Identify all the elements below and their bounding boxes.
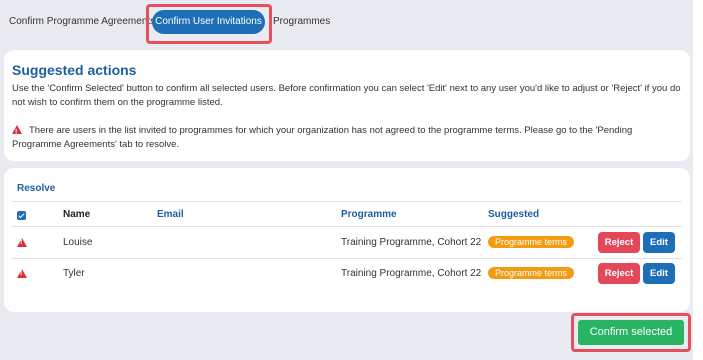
divider	[12, 201, 682, 202]
warning-text: There are users in the list invited to p…	[12, 125, 633, 150]
row-programme: Training Programme, Cohort 22	[341, 268, 482, 279]
tab-confirm-user-invitations[interactable]: Confirm User Invitations	[152, 10, 265, 34]
edit-button[interactable]: Edit	[643, 232, 675, 253]
programme-terms-badge: Programme terms	[488, 236, 575, 248]
row-programme: Training Programme, Cohort 22	[341, 237, 482, 248]
tab-programmes[interactable]: Programmes	[273, 10, 330, 34]
tab-bar: Confirm Programme Agreements Confirm Use…	[0, 8, 693, 38]
table-row: Tyler Training Programme, Cohort 22 Prog…	[4, 259, 690, 289]
warning-message: There are users in the list invited to p…	[12, 124, 682, 152]
select-all-checkbox[interactable]	[17, 211, 26, 220]
warning-icon	[17, 269, 27, 278]
tab-confirm-programme-agreements[interactable]: Confirm Programme Agreements	[9, 10, 155, 34]
programme-terms-badge: Programme terms	[488, 267, 575, 279]
suggested-actions-card: Suggested actions Use the 'Confirm Selec…	[4, 50, 690, 161]
header-email[interactable]: Email	[157, 209, 184, 220]
reject-button[interactable]: Reject	[598, 263, 640, 284]
row-name: Louise	[63, 237, 93, 248]
row-name: Tyler	[63, 268, 85, 279]
header-suggested[interactable]: Suggested	[488, 209, 539, 220]
header-programme[interactable]: Programme	[341, 209, 397, 220]
suggested-actions-description: Use the 'Confirm Selected' button to con…	[12, 83, 681, 108]
warning-icon	[17, 238, 27, 247]
suggested-actions-title: Suggested actions	[12, 62, 137, 78]
confirm-selected-button[interactable]: Confirm selected	[578, 320, 684, 345]
invitations-table-card: Resolve Name Email Programme Suggested L…	[4, 168, 690, 312]
edit-button[interactable]: Edit	[643, 263, 675, 284]
header-name: Name	[63, 209, 91, 220]
divider	[12, 226, 682, 227]
table-row: Louise Training Programme, Cohort 22 Pro…	[4, 228, 690, 258]
warning-icon	[12, 125, 22, 140]
resolve-heading: Resolve	[17, 183, 56, 194]
reject-button[interactable]: Reject	[598, 232, 640, 253]
